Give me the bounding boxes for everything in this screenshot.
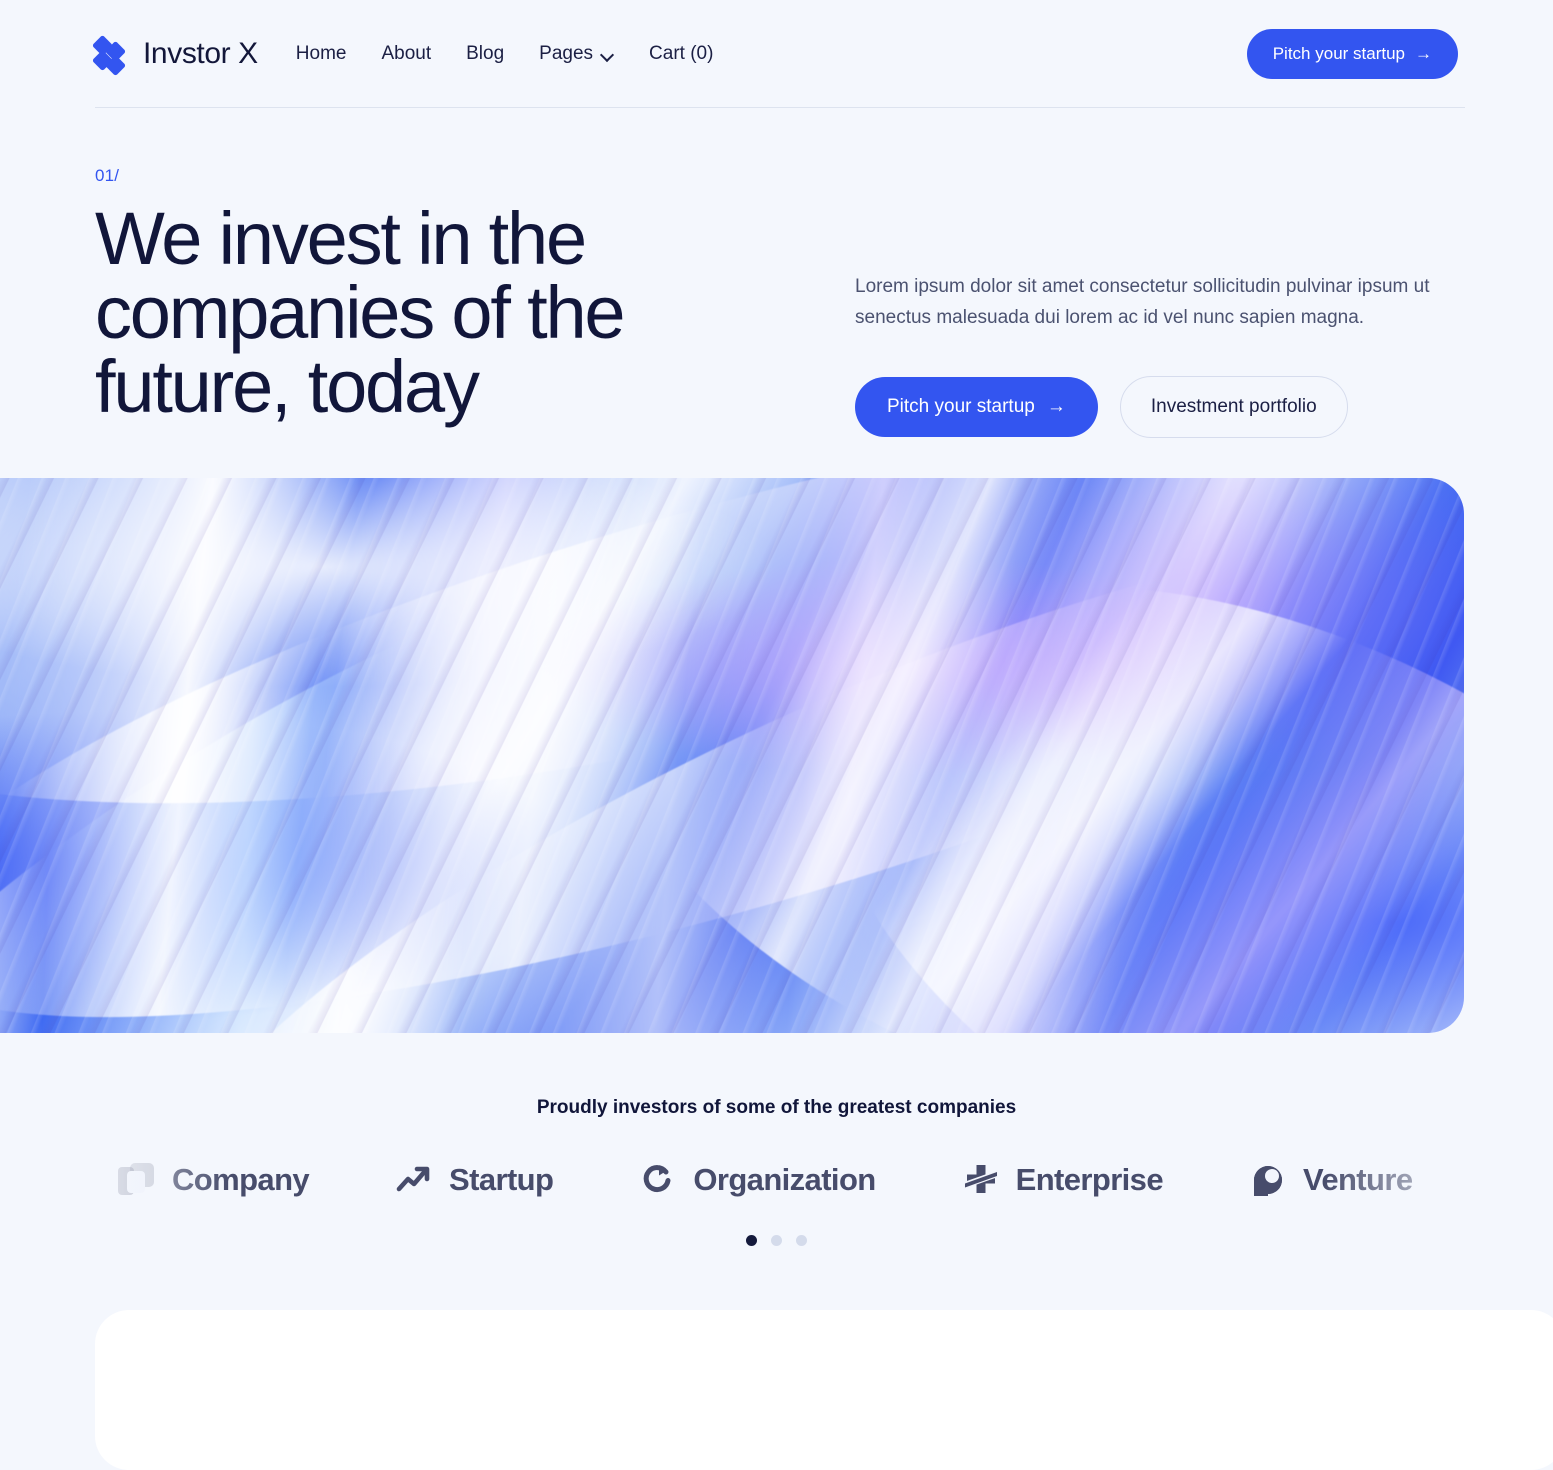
site-header: Invstor X Home About Blog Pages Cart (0)… [0, 0, 1553, 108]
investment-portfolio-button[interactable]: Investment portfolio [1119, 375, 1348, 438]
diamond-cluster-icon [91, 34, 129, 77]
nav-item-label: Pages [539, 43, 594, 64]
nav-item-home[interactable]: Home [296, 43, 347, 65]
header-pitch-button[interactable]: Pitch your startup → [1246, 29, 1458, 79]
hero-pitch-button-label: Pitch your startup [887, 395, 1035, 417]
partner-logo-startup[interactable]: Startup [395, 1161, 554, 1199]
hero-actions: Pitch your startup → Investment portfoli… [855, 375, 1455, 438]
trend-arrow-icon [395, 1161, 433, 1199]
nav-item-label: Blog [466, 43, 505, 64]
partner-logo-label: Venture [1302, 1162, 1413, 1197]
partner-logo-label: Enterprise [1015, 1162, 1164, 1197]
partner-logo-label: Company [172, 1162, 310, 1197]
hero-paragraph: Lorem ipsum dolor sit amet consectetur s… [855, 276, 1430, 328]
partner-logo-organization[interactable]: Organization [639, 1161, 876, 1199]
pac-p-icon [1249, 1161, 1287, 1199]
nav-item-label: Home [295, 43, 347, 64]
header-pitch-button-label: Pitch your startup [1272, 44, 1405, 63]
hero-pitch-button[interactable]: Pitch your startup → [855, 376, 1098, 437]
stacked-squares-icon [118, 1161, 156, 1199]
partner-logo-venture[interactable]: Venture [1249, 1161, 1413, 1199]
next-section-card [95, 1310, 1553, 1470]
hero-eyebrow: 01/ [95, 166, 120, 185]
hero-streaks-dark [0, 478, 1464, 1033]
brand-logo[interactable]: Invstor X [91, 34, 258, 77]
carousel-dot-2[interactable] [771, 1235, 782, 1246]
nav-item-label: Cart (0) [649, 43, 714, 64]
partner-logo-enterprise[interactable]: Enterprise [962, 1161, 1164, 1199]
carousel-dots [0, 1235, 1553, 1246]
partners-logo-track: Company Startup Organization Enterprise … [0, 1147, 1553, 1213]
nav-item-pages[interactable]: Pages [539, 43, 614, 65]
hero-right-column: Lorem ipsum dolor sit amet consectetur s… [855, 166, 1455, 438]
page-title: We invest in the companies of the future… [95, 197, 626, 428]
partners-title: Proudly investors of some of the greates… [536, 1097, 1017, 1118]
nav-item-cart[interactable]: Cart (0) [649, 43, 713, 65]
main-nav: Home About Blog Pages Cart (0) [296, 43, 714, 65]
nav-item-about[interactable]: About [381, 43, 431, 65]
header-divider [95, 107, 1465, 108]
carousel-dot-1[interactable] [746, 1235, 757, 1246]
c-spark-icon [639, 1161, 677, 1199]
arrow-right-icon: → [1046, 395, 1066, 417]
partner-logo-label: Organization [693, 1162, 876, 1197]
hero-left-column: 01/ We invest in the companies of the fu… [95, 166, 855, 424]
chevron-down-icon [601, 50, 614, 58]
nav-item-label: About [381, 43, 432, 64]
partner-logo-company[interactable]: Company [118, 1161, 310, 1199]
partners-logo-carousel[interactable]: Company Startup Organization Enterprise … [0, 1147, 1553, 1213]
partner-logo-label: Startup [449, 1162, 554, 1197]
carousel-dot-3[interactable] [796, 1235, 807, 1246]
partners-section: Proudly investors of some of the greates… [0, 1033, 1553, 1246]
nav-item-blog[interactable]: Blog [466, 43, 504, 65]
plus-slash-icon [962, 1161, 1000, 1199]
brand-name: Invstor X [143, 37, 258, 70]
hero-image [0, 478, 1464, 1033]
hero-section: 01/ We invest in the companies of the fu… [0, 108, 1553, 438]
arrow-right-icon: → [1415, 44, 1432, 63]
